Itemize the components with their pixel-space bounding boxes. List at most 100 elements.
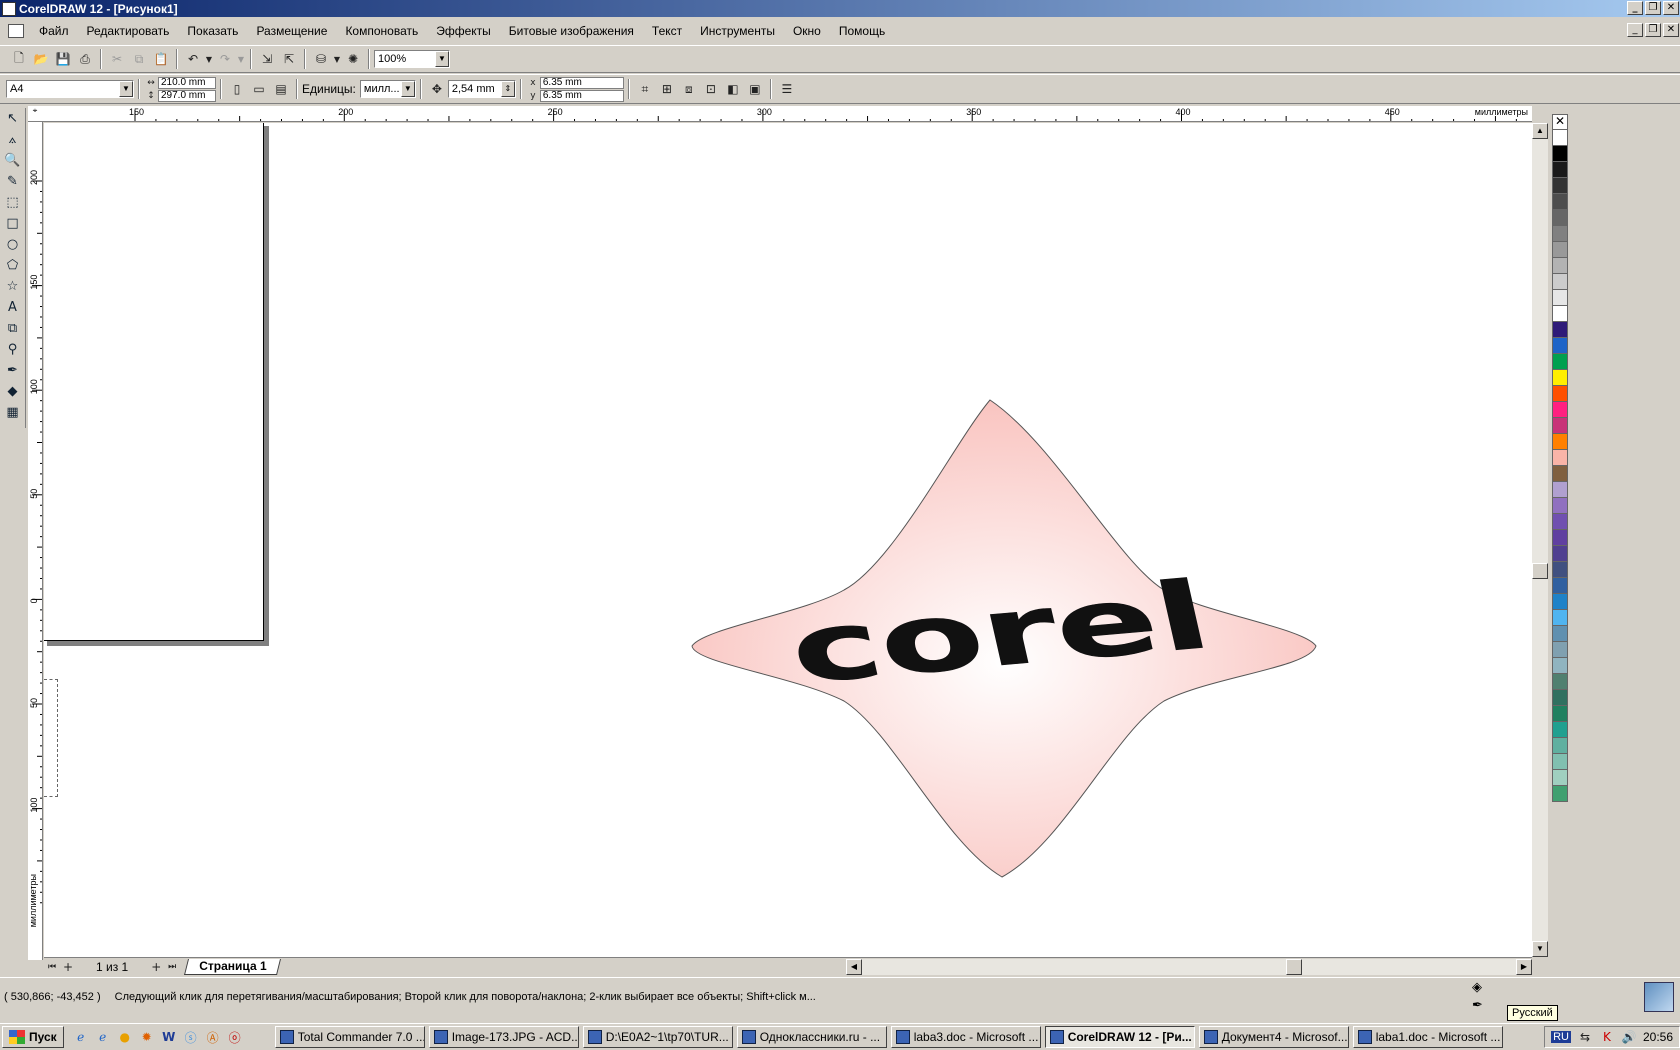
menu-edit[interactable]: Редактировать: [78, 24, 179, 38]
color-swatch[interactable]: [1552, 370, 1568, 386]
menu-tools[interactable]: Инструменты: [691, 24, 784, 38]
color-swatch[interactable]: [1552, 690, 1568, 706]
taskbar-button[interactable]: Image-173.JPG - ACD...: [428, 1026, 579, 1048]
document-icon[interactable]: [8, 24, 24, 38]
horizontal-scroll-thumb[interactable]: [1286, 959, 1302, 975]
launcher-dropdown-icon[interactable]: ▼: [333, 49, 341, 69]
opera-icon[interactable]: ⓞ: [225, 1027, 245, 1047]
taskbar-button[interactable]: Одноклассники.ru - ...: [736, 1026, 887, 1048]
color-swatch[interactable]: [1552, 450, 1568, 466]
paste-icon[interactable]: 📋: [151, 49, 171, 69]
color-swatch[interactable]: [1552, 674, 1568, 690]
color-swatch[interactable]: [1552, 786, 1568, 802]
menu-effects[interactable]: Эффекты: [427, 24, 500, 38]
taskbar-button[interactable]: Total Commander 7.0 ...: [274, 1026, 425, 1048]
volume-icon[interactable]: 🔊: [1622, 1027, 1637, 1047]
spinner-icon[interactable]: ⇕: [500, 81, 515, 97]
redo-dropdown-icon[interactable]: ▼: [237, 49, 245, 69]
undo-dropdown-icon[interactable]: ▼: [205, 49, 213, 69]
navigator-icon[interactable]: [1644, 982, 1674, 1012]
menu-text[interactable]: Текст: [643, 24, 691, 38]
network-icon[interactable]: ⇆: [1578, 1027, 1592, 1047]
units-combo[interactable]: милл... ▼: [359, 80, 416, 98]
import-icon[interactable]: ⇲: [257, 49, 277, 69]
corel-online-icon[interactable]: ✺: [343, 49, 363, 69]
dup-x-field[interactable]: 6.35 mm: [539, 76, 624, 89]
vertical-ruler[interactable]: 200 150 100 50 0 50 100 миллиметры: [28, 122, 43, 960]
taskbar-button[interactable]: D:\E0A2~1\tp70\TUR...: [582, 1026, 733, 1048]
page-width-field[interactable]: 210.0 mm: [158, 76, 216, 89]
treat-as-filled-icon[interactable]: ◧: [723, 79, 743, 99]
taskbar-button[interactable]: Документ4 - Microsof...: [1198, 1026, 1349, 1048]
draw-bbox-icon[interactable]: ▣: [745, 79, 765, 99]
explorer-icon[interactable]: ℯ: [93, 1027, 113, 1047]
paper-size-combo[interactable]: A4 ▼: [6, 80, 134, 98]
color-swatch[interactable]: [1552, 754, 1568, 770]
scroll-down-icon[interactable]: ▼: [1532, 941, 1548, 957]
menu-arrange[interactable]: Компоновать: [336, 24, 427, 38]
menu-view[interactable]: Показать: [178, 24, 247, 38]
firefox-icon[interactable]: ✹: [137, 1027, 157, 1047]
ie-icon[interactable]: ℯ: [71, 1027, 91, 1047]
dup-y-field[interactable]: 6.35 mm: [539, 89, 624, 102]
polygon-tool-icon[interactable]: ⬠: [2, 255, 24, 276]
antivirus-icon[interactable]: K: [1600, 1027, 1614, 1047]
chevron-down-icon[interactable]: ▼: [400, 81, 415, 97]
star-tool-icon[interactable]: ☆: [2, 276, 24, 297]
color-swatch[interactable]: [1552, 578, 1568, 594]
color-swatch[interactable]: [1552, 290, 1568, 306]
nudge-field[interactable]: 2,54 mm ⇕: [447, 80, 516, 98]
taskbar-button[interactable]: CorelDRAW 12 - [Ри...: [1044, 1026, 1195, 1048]
messenger-icon[interactable]: ●: [115, 1027, 135, 1047]
shape-tool-icon[interactable]: ⟑: [2, 129, 24, 150]
horizontal-ruler[interactable]: 150200250300350400450500550600650700750 …: [42, 106, 1532, 122]
undo-icon[interactable]: ↶: [183, 49, 203, 69]
color-swatch[interactable]: [1552, 434, 1568, 450]
color-swatch[interactable]: [1552, 146, 1568, 162]
color-swatch[interactable]: [1552, 418, 1568, 434]
color-swatch[interactable]: [1552, 242, 1568, 258]
color-swatch[interactable]: [1552, 130, 1568, 146]
color-swatch[interactable]: [1552, 322, 1568, 338]
maximize-button[interactable]: ❐: [1645, 1, 1661, 15]
menu-bitmaps[interactable]: Битовые изображения: [500, 24, 643, 38]
drawing-canvas[interactable]: corel: [44, 123, 1532, 957]
close-button[interactable]: ✕: [1663, 1, 1679, 15]
color-swatch[interactable]: [1552, 498, 1568, 514]
skype-icon[interactable]: ⓢ: [181, 1027, 201, 1047]
dynamic-guides-icon[interactable]: ⊡: [701, 79, 721, 99]
page-height-field[interactable]: 297.0 mm: [158, 89, 216, 102]
smart-fill-tool-icon[interactable]: ⬚: [2, 192, 24, 213]
color-swatch[interactable]: [1552, 466, 1568, 482]
scroll-up-icon[interactable]: ▲: [1532, 123, 1548, 139]
cut-icon[interactable]: ✂: [107, 49, 127, 69]
layout-icon[interactable]: ▤: [271, 79, 291, 99]
menu-window[interactable]: Окно: [784, 24, 830, 38]
export-icon[interactable]: ⇱: [279, 49, 299, 69]
color-swatch[interactable]: [1552, 546, 1568, 562]
snap-guides-icon[interactable]: ⊞: [657, 79, 677, 99]
ruler-origin[interactable]: ⌖: [28, 106, 43, 122]
last-page-icon[interactable]: ⏭: [165, 957, 179, 977]
color-swatch[interactable]: [1552, 258, 1568, 274]
interactive-fill-tool-icon[interactable]: ▦: [2, 402, 24, 423]
redo-icon[interactable]: ↷: [215, 49, 235, 69]
color-swatch[interactable]: [1552, 402, 1568, 418]
vertical-scroll-thumb[interactable]: [1532, 563, 1548, 579]
app-icon[interactable]: [2, 1, 16, 16]
color-swatch[interactable]: [1552, 354, 1568, 370]
tab-page-1[interactable]: Страница 1: [184, 958, 282, 975]
aimp-icon[interactable]: Ⓐ: [203, 1027, 223, 1047]
doc-minimize-button[interactable]: _: [1627, 23, 1643, 37]
eyedropper-tool-icon[interactable]: ⚲: [2, 339, 24, 360]
interactive-blend-tool-icon[interactable]: ⧉: [2, 318, 24, 339]
taskbar-button[interactable]: laba3.doc - Microsoft ...: [890, 1026, 1041, 1048]
menu-help[interactable]: Помощь: [830, 24, 894, 38]
snap-grid-icon[interactable]: ⌗: [635, 79, 655, 99]
color-swatch[interactable]: [1552, 274, 1568, 290]
freehand-tool-icon[interactable]: ✎: [2, 171, 24, 192]
zoom-combo[interactable]: 100% ▼: [374, 50, 450, 68]
zoom-tool-icon[interactable]: 🔍: [2, 150, 24, 171]
menu-layout[interactable]: Размещение: [247, 24, 336, 38]
doc-close-button[interactable]: ✕: [1663, 23, 1679, 37]
